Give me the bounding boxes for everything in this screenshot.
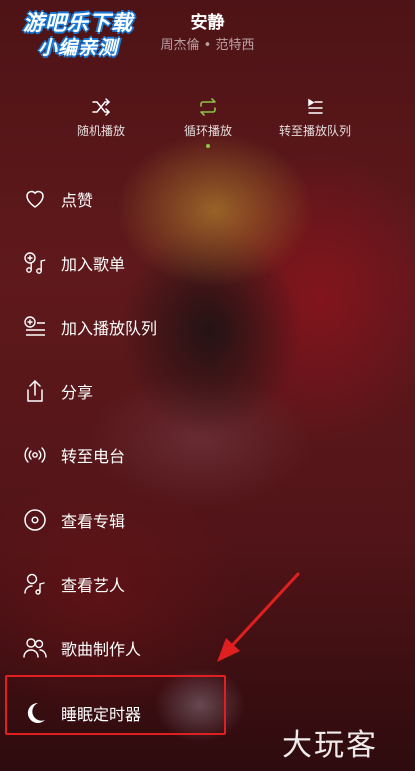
go-to-queue-button[interactable]: 转至播放队列 (250, 96, 380, 139)
album-icon (22, 507, 48, 533)
menu-item-view-album[interactable]: 查看专辑 (0, 497, 415, 541)
menu-item-like[interactable]: 点赞 (0, 176, 415, 220)
menu-label: 查看艺人 (61, 576, 126, 595)
site-watermark-bottom: 大玩客 (282, 728, 378, 763)
menu-item-share[interactable]: 分享 (0, 368, 415, 412)
heart-icon (22, 186, 48, 212)
add-to-queue-icon (22, 314, 48, 340)
menu-item-view-artist[interactable]: 查看艺人 (0, 561, 415, 605)
menu-label: 加入播放队列 (61, 319, 158, 338)
radio-icon (22, 442, 48, 468)
artist-icon (22, 571, 48, 597)
highlight-box (5, 675, 226, 735)
song-title: 安静 (190, 13, 225, 33)
menu-label: 查看专辑 (61, 512, 126, 531)
share-icon (22, 378, 48, 404)
song-artist: 周杰倫 • 范特西 (160, 38, 255, 53)
menu-item-producers[interactable]: 歌曲制作人 (0, 625, 415, 669)
menu-label: 点赞 (61, 191, 94, 210)
queue-label: 转至播放队列 (278, 124, 351, 138)
play-mode-bar: 随机播放 循环播放 转至播放队列 (0, 96, 415, 148)
producers-icon (22, 635, 48, 661)
add-to-playlist-icon (22, 250, 48, 276)
menu-label: 转至电台 (61, 447, 126, 466)
active-indicator-dot (206, 144, 210, 148)
menu-item-add-to-playlist[interactable]: 加入歌单 (0, 240, 415, 284)
queue-icon (250, 96, 380, 118)
menu-label: 歌曲制作人 (61, 640, 142, 659)
menu-label: 分享 (61, 383, 94, 402)
menu-item-radio[interactable]: 转至电台 (0, 432, 415, 476)
menu-label: 加入歌单 (61, 255, 126, 274)
menu-item-add-to-queue[interactable]: 加入播放队列 (0, 304, 415, 348)
